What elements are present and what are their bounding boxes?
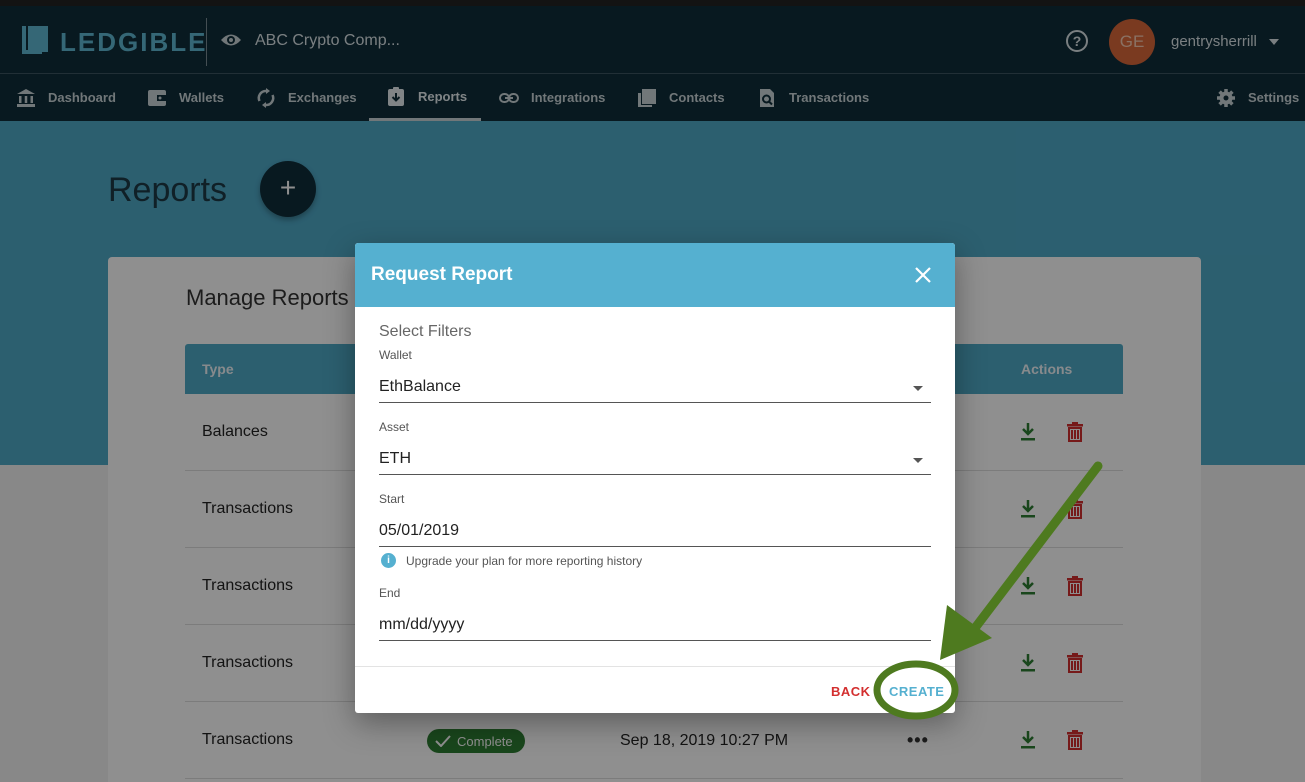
asset-select[interactable]: ETH	[379, 445, 931, 475]
chevron-down-icon	[913, 458, 923, 463]
end-label: End	[379, 586, 401, 600]
create-button[interactable]: CREATE	[889, 684, 944, 699]
section-label: Select Filters	[379, 323, 472, 340]
dialog-footer: BACK CREATE	[355, 666, 955, 713]
info-icon: i	[381, 553, 396, 568]
end-date-input[interactable]: mm/dd/yyyy	[379, 611, 931, 641]
back-button[interactable]: BACK	[831, 684, 871, 699]
wallet-select[interactable]: EthBalance	[379, 373, 931, 403]
close-icon[interactable]	[913, 265, 933, 285]
start-date-input[interactable]: 05/01/2019	[379, 517, 931, 547]
end-date-value: mm/dd/yyyy	[379, 616, 465, 633]
hint-text: Upgrade your plan for more reporting his…	[406, 553, 643, 568]
chevron-down-icon	[913, 386, 923, 391]
request-report-dialog: Request Report Select Filters Wallet Eth…	[355, 243, 955, 713]
dialog-title: Request Report	[371, 264, 513, 285]
wallet-label: Wallet	[379, 348, 412, 362]
asset-label: Asset	[379, 420, 410, 434]
start-label: Start	[379, 492, 405, 506]
wallet-value: EthBalance	[379, 378, 461, 395]
dialog-header: Request Report	[355, 243, 955, 307]
asset-value: ETH	[379, 450, 411, 467]
upgrade-hint: i Upgrade your plan for more reporting h…	[381, 553, 642, 568]
start-date-value: 05/01/2019	[379, 522, 460, 539]
